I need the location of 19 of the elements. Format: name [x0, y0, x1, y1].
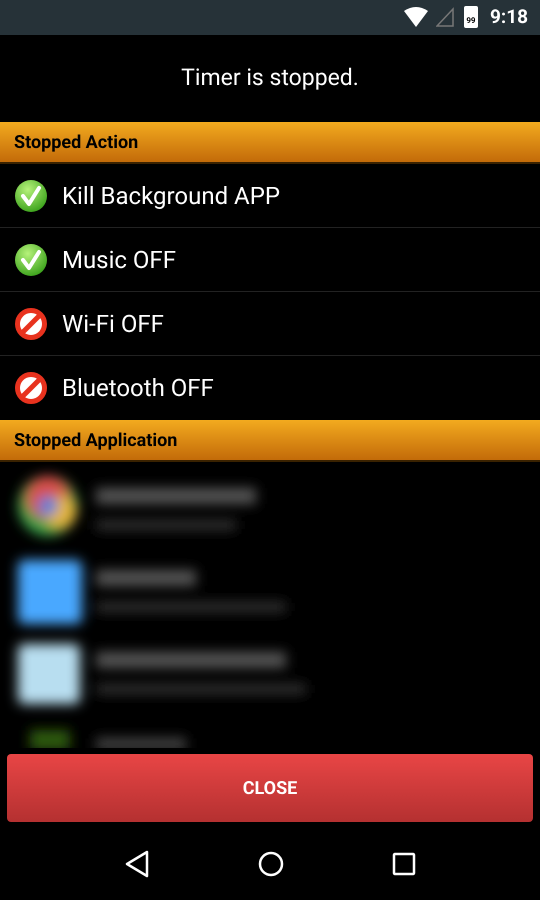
battery-icon: 99 [464, 6, 478, 28]
clock: 9:18 [490, 4, 528, 30]
section-header: Stopped Action [0, 122, 540, 164]
prohibited-icon [14, 371, 48, 406]
wifi-icon [404, 7, 428, 28]
recents-icon[interactable] [392, 852, 416, 876]
action-label: Kill Background APP [62, 180, 280, 212]
timer-message: Timer is stopped. [181, 63, 359, 94]
signal-icon [436, 7, 454, 28]
check-icon [14, 178, 48, 213]
check-icon [14, 242, 48, 277]
prohibited-icon [14, 306, 48, 341]
close-button[interactable]: CLOSE [7, 754, 533, 822]
action-label: Wi-Fi OFF [62, 308, 164, 340]
action-label: Bluetooth OFF [62, 373, 214, 404]
back-icon[interactable] [124, 850, 150, 878]
action-label: Music OFF [62, 244, 176, 276]
home-icon[interactable] [258, 851, 284, 878]
section-header: Stopped Application [0, 420, 540, 462]
